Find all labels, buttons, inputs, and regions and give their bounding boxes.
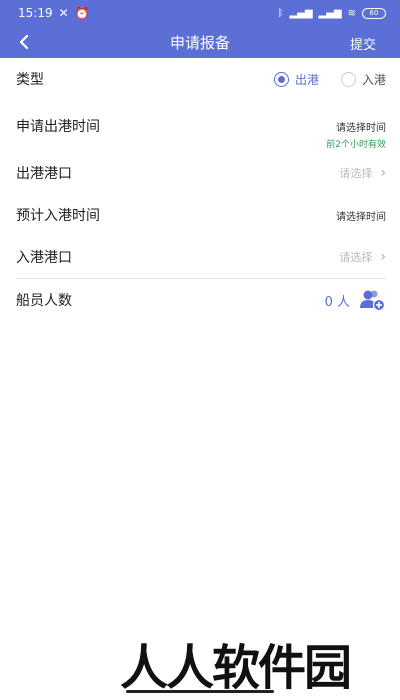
departure-port-row[interactable]: 出港港口 请选择 › — [0, 152, 400, 194]
type-radio-group: 出港 入港 — [273, 71, 386, 88]
signal-icon-2: ▂▄▆ — [318, 7, 342, 19]
radio-unchecked-icon — [340, 71, 356, 87]
page-title: 申请报备 — [169, 33, 230, 52]
type-label: 类型 — [16, 72, 44, 88]
radio-checked-icon — [273, 71, 289, 87]
departure-time-hint: 前2个小时有效 — [326, 140, 386, 150]
departure-time-label: 申请出港时间 — [16, 119, 100, 135]
departure-time-row[interactable]: 申请出港时间 请选择时间 前2个小时有效 — [0, 100, 400, 152]
chevron-left-icon — [19, 35, 29, 49]
home-indicator[interactable] — [126, 690, 274, 693]
departure-port-label: 出港港口 — [16, 166, 72, 182]
status-time: 15:19 — [18, 6, 53, 20]
battery-icon: 60 — [362, 7, 386, 19]
nav-bar: 申请报备 提交 — [0, 26, 400, 58]
arrival-port-placeholder: 请选择 — [339, 251, 373, 264]
back-button[interactable] — [10, 28, 38, 56]
type-row: 类型 出港 入港 — [0, 58, 400, 100]
radio-arrival[interactable]: 入港 — [340, 71, 386, 88]
submit-button[interactable]: 提交 — [350, 34, 376, 53]
radio-departure[interactable]: 出港 — [273, 71, 319, 88]
add-crew-icon[interactable] — [358, 288, 386, 312]
arrival-time-row[interactable]: 预计入港时间 请选择时间 — [0, 194, 400, 236]
chevron-right-icon: › — [380, 249, 386, 265]
crew-count: 0 人 — [324, 294, 350, 310]
chevron-right-icon: › — [380, 165, 386, 181]
mute-icon: ✕ — [58, 6, 69, 20]
battery-level: 60 — [369, 9, 379, 17]
departure-time-value: 请选择时间 — [336, 122, 386, 134]
signal-icon: ▂▄▆ — [289, 7, 313, 19]
arrival-port-label: 入港港口 — [16, 250, 72, 266]
radio-arrival-label: 入港 — [361, 72, 386, 87]
alarm-icon: ⏰ — [74, 6, 90, 20]
departure-port-placeholder: 请选择 — [339, 167, 373, 180]
watermark: 人人软件园 — [120, 640, 352, 696]
crew-label: 船员人数 — [16, 293, 72, 309]
bluetooth-icon: ᛒ — [277, 7, 284, 19]
radio-departure-label: 出港 — [294, 72, 319, 87]
arrival-port-row[interactable]: 入港港口 请选择 › — [0, 236, 400, 278]
crew-row: 船员人数 0 人 — [0, 279, 400, 321]
wifi-icon: ≋ — [347, 7, 356, 19]
status-bar: 15:19 ✕ ⏰ ᛒ ▂▄▆ ▂▄▆ ≋ 60 — [0, 0, 400, 26]
arrival-time-value: 请选择时间 — [336, 211, 386, 223]
report-form: 类型 出港 入港 申请出港时间 请选择时间 前2个小时有效 出港港口 请选择 ›… — [0, 58, 400, 321]
arrival-time-label: 预计入港时间 — [16, 208, 100, 224]
